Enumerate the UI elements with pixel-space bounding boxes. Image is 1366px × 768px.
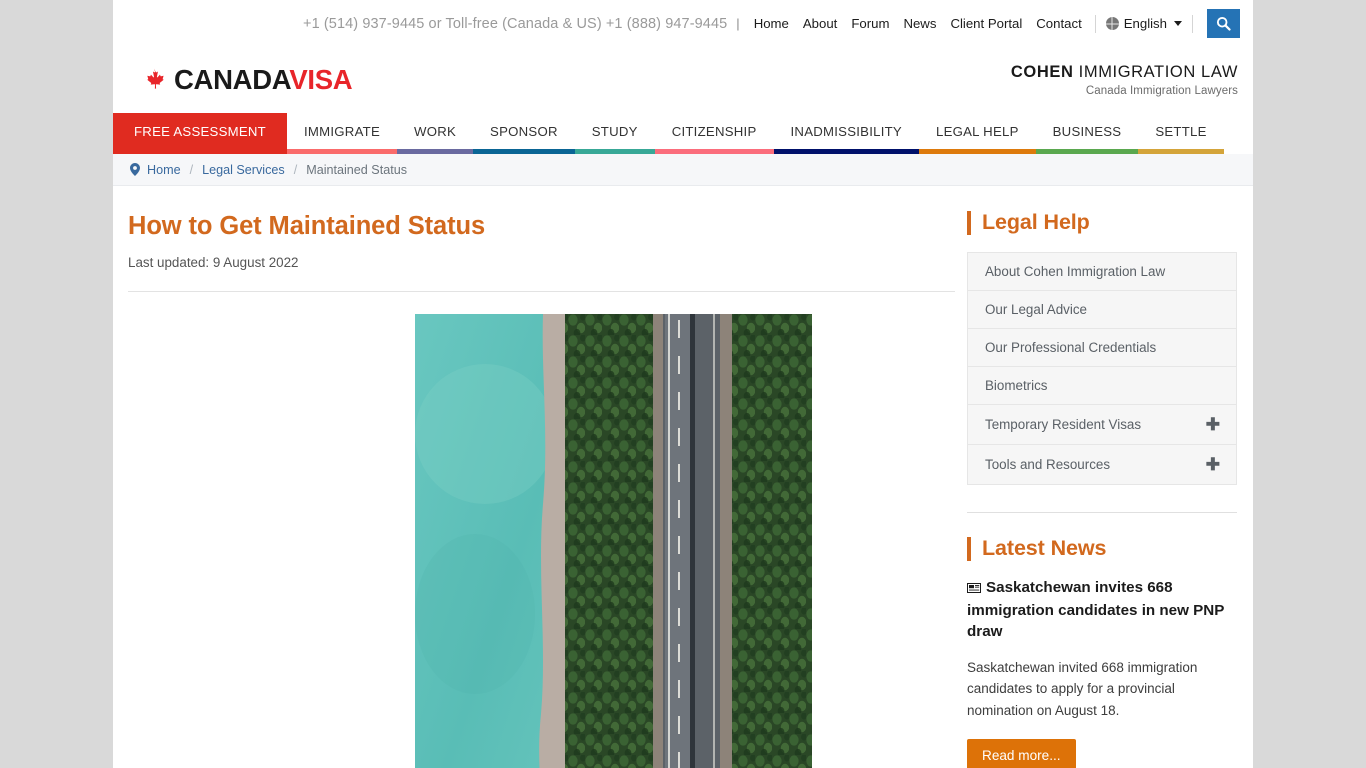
sidebar: Legal Help About Cohen Immigration Law O…	[967, 186, 1237, 768]
logo-text-canada: CANADA	[174, 64, 290, 95]
sidebar-section-title: Legal Help	[982, 210, 1090, 234]
news-headline-link[interactable]: Saskatchewan invites 668 immigration can…	[967, 578, 1237, 643]
sidebar-latest-news-header: Latest News	[967, 536, 1237, 561]
nav-item-sponsor[interactable]: SPONSOR	[473, 113, 575, 154]
sidebar-item-label: About Cohen Immigration Law	[985, 264, 1166, 279]
nav-label: FREE ASSESSMENT	[134, 123, 266, 139]
topbar-separator: |	[736, 16, 740, 31]
nav-label: STUDY	[591, 123, 638, 139]
divider	[1192, 14, 1193, 33]
page-title: How to Get Maintained Status	[128, 212, 486, 240]
firm-name: COHEN IMMIGRATION LAW	[1011, 63, 1238, 82]
nav-item-immigrate[interactable]: IMMIGRATE	[287, 113, 397, 154]
aerial-road-photo-icon	[415, 314, 812, 768]
sidebar-item-label: Tools and Resources	[985, 457, 1111, 472]
firm-name-rest: IMMIGRATION LAW	[1073, 63, 1238, 81]
article-column: How to Get Maintained Status Last update…	[128, 186, 968, 768]
utility-bar: +1 (514) 937-9445 or Toll-free (Canada &…	[113, 0, 1253, 47]
language-selector[interactable]: English	[1102, 16, 1186, 31]
breadcrumb-separator: /	[189, 162, 194, 177]
last-updated-text: Last updated: 9 August 2022	[128, 255, 299, 270]
logo-wordmark: CANADAVISA	[174, 64, 353, 96]
search-icon	[1216, 16, 1231, 31]
hero-image-container	[128, 314, 955, 768]
nav-label: SETTLE	[1155, 123, 1207, 139]
nav-item-business[interactable]: BUSINESS	[1035, 113, 1139, 154]
utility-links: Home About Forum News Client Portal Cont…	[747, 14, 1199, 33]
utility-link-contact[interactable]: Contact	[1029, 16, 1088, 31]
nav-label: WORK	[414, 123, 457, 139]
sidebar-legal-help-list: About Cohen Immigration Law Our Legal Ad…	[967, 252, 1237, 485]
sidebar-item-label: Biometrics	[985, 378, 1048, 393]
utility-link-news[interactable]: News	[896, 16, 943, 31]
news-headline-text: Saskatchewan invites 668 immigration can…	[967, 579, 1225, 640]
newspaper-icon	[967, 580, 981, 601]
logo-text-visa: VISA	[289, 64, 353, 95]
site-logo[interactable]: CANADAVISA	[143, 64, 353, 96]
utility-link-client-portal[interactable]: Client Portal	[943, 16, 1029, 31]
divider	[967, 512, 1237, 513]
maple-leaf-icon	[147, 68, 164, 89]
sidebar-item-biometrics[interactable]: Biometrics	[968, 367, 1236, 405]
nav-label: INADMISSIBILITY	[790, 123, 902, 139]
breadcrumb-item-legal-services[interactable]: Legal Services	[202, 163, 285, 177]
utility-link-forum[interactable]: Forum	[844, 16, 896, 31]
accent-bar	[967, 210, 971, 235]
sidebar-section-title: Latest News	[982, 536, 1107, 560]
breadcrumb-separator: /	[293, 162, 298, 177]
nav-item-work[interactable]: WORK	[397, 113, 474, 154]
globe-icon	[1105, 17, 1119, 30]
utility-link-about[interactable]: About	[796, 16, 844, 31]
sidebar-item-label: Our Professional Credentials	[985, 340, 1157, 355]
sidebar-item-label: Temporary Resident Visas	[985, 417, 1142, 432]
nav-label: SPONSOR	[490, 123, 558, 139]
hero-image	[415, 314, 812, 768]
accent-bar	[967, 536, 971, 561]
nav-item-free-assessment[interactable]: FREE ASSESSMENT	[113, 113, 287, 154]
search-button[interactable]	[1207, 9, 1240, 38]
location-pin-icon	[130, 163, 140, 176]
nav-item-inadmissibility[interactable]: INADMISSIBILITY	[773, 113, 919, 154]
sidebar-item-tools-and-resources[interactable]: Tools and Resources ✚	[968, 445, 1236, 485]
firm-branding: COHEN IMMIGRATION LAW Canada Immigration…	[1011, 63, 1238, 97]
sidebar-legal-help-header: Legal Help	[967, 210, 1237, 235]
language-label: English	[1123, 16, 1167, 31]
sidebar-item-our-professional-credentials[interactable]: Our Professional Credentials	[968, 329, 1236, 367]
sidebar-item-label: Our Legal Advice	[985, 302, 1087, 317]
news-excerpt: Saskatchewan invited 668 immigration can…	[967, 659, 1198, 718]
read-more-button[interactable]: Read more...	[967, 738, 1076, 768]
phone-numbers: +1 (514) 937-9445 or Toll-free (Canada &…	[303, 15, 728, 32]
brand-bar: CANADAVISA COHEN IMMIGRATION LAW Canada …	[113, 47, 1253, 113]
sidebar-item-temporary-resident-visas[interactable]: Temporary Resident Visas ✚	[968, 405, 1236, 445]
main-navigation: FREE ASSESSMENT IMMIGRATE WORK SPONSOR S…	[113, 113, 1253, 154]
firm-name-bold: COHEN	[1010, 63, 1074, 81]
divider	[1094, 14, 1096, 33]
utility-link-home[interactable]: Home	[747, 16, 796, 31]
breadcrumb-item-current: Maintained Status	[306, 162, 408, 177]
plus-icon[interactable]: ✚	[1206, 416, 1220, 433]
nav-label: BUSINESS	[1052, 123, 1122, 139]
breadcrumb: Home / Legal Services / Maintained Statu…	[113, 154, 1253, 186]
sidebar-item-our-legal-advice[interactable]: Our Legal Advice	[968, 291, 1236, 329]
nav-item-citizenship[interactable]: CITIZENSHIP	[654, 113, 774, 154]
nav-item-settle[interactable]: SETTLE	[1138, 113, 1224, 154]
nav-item-study[interactable]: STUDY	[574, 113, 655, 154]
firm-tagline: Canada Immigration Lawyers	[1085, 85, 1238, 97]
divider	[128, 291, 955, 292]
plus-icon[interactable]: ✚	[1206, 456, 1220, 473]
breadcrumb-item-home[interactable]: Home	[147, 163, 181, 177]
sidebar-item-about-cohen-immigration-law[interactable]: About Cohen Immigration Law	[968, 253, 1236, 291]
nav-label: IMMIGRATE	[304, 123, 380, 139]
nav-item-legal-help[interactable]: LEGAL HELP	[918, 113, 1036, 154]
content-area: How to Get Maintained Status Last update…	[113, 186, 1253, 768]
nav-label: CITIZENSHIP	[671, 123, 757, 139]
page-root: +1 (514) 937-9445 or Toll-free (Canada &…	[0, 0, 1366, 768]
nav-label: LEGAL HELP	[935, 123, 1019, 139]
chevron-down-icon	[1174, 21, 1182, 26]
